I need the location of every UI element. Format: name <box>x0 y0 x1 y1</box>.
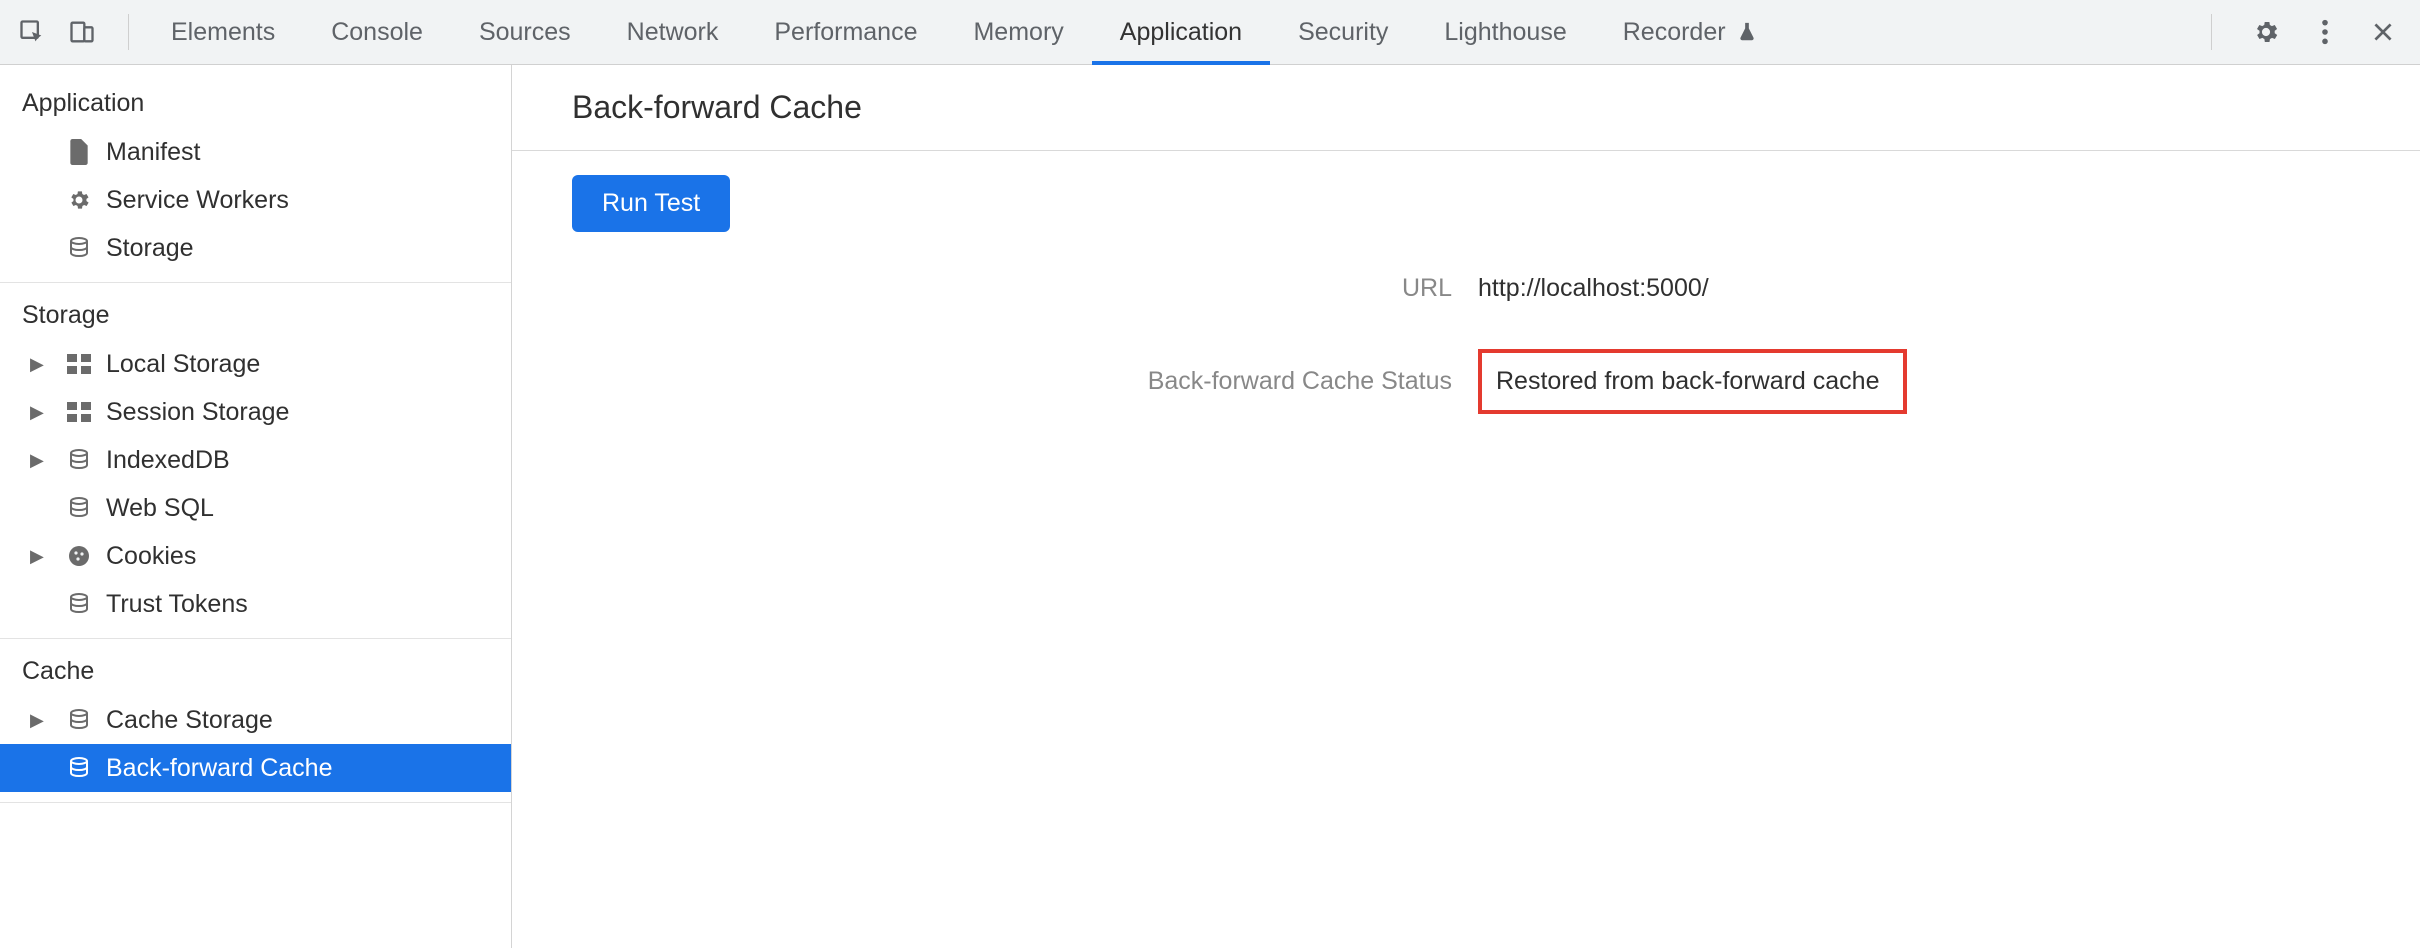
close-icon[interactable] <box>2370 19 2396 45</box>
sidebar-item-label: Back-forward Cache <box>106 754 332 783</box>
tab-label: Performance <box>774 18 917 47</box>
sidebar-item-cookies[interactable]: ▶ Cookies <box>0 532 511 580</box>
database-icon <box>62 756 96 780</box>
sidebar-item-label: Manifest <box>106 138 200 167</box>
tab-performance[interactable]: Performance <box>746 0 945 64</box>
tabstrip-divider <box>2211 14 2212 50</box>
file-icon <box>62 139 96 165</box>
tab-label: Network <box>627 18 719 47</box>
sidebar-item-label: Trust Tokens <box>106 590 248 619</box>
url-label: URL <box>1402 274 1452 303</box>
device-toggle-icon[interactable] <box>68 18 96 46</box>
sidebar-item-label: Service Workers <box>106 186 289 215</box>
tab-application[interactable]: Application <box>1092 0 1270 64</box>
sidebar-item-trust-tokens[interactable]: Trust Tokens <box>0 580 511 628</box>
devtools-tabs: Elements Console Sources Network Perform… <box>143 0 1786 64</box>
sidebar-item-websql[interactable]: Web SQL <box>0 484 511 532</box>
bfcache-panel: Back-forward Cache Run Test URL http://l… <box>512 65 2420 948</box>
bfcache-status-label: Back-forward Cache Status <box>1148 367 1452 396</box>
tab-label: Sources <box>479 18 571 47</box>
tab-label: Application <box>1120 18 1242 47</box>
database-icon <box>62 496 96 520</box>
tab-elements[interactable]: Elements <box>143 0 303 64</box>
sidebar-item-label: Web SQL <box>106 494 214 523</box>
cookie-icon <box>62 544 96 568</box>
database-icon <box>62 236 96 260</box>
tab-sources[interactable]: Sources <box>451 0 599 64</box>
bfcache-status-value: Restored from back-forward cache <box>1478 349 1907 414</box>
sidebar-item-session-storage[interactable]: ▶ Session Storage <box>0 388 511 436</box>
gear-icon <box>62 188 96 212</box>
table-icon <box>62 354 96 374</box>
tab-label: Memory <box>973 18 1063 47</box>
sidebar-item-storage[interactable]: Storage <box>0 224 511 272</box>
sidebar-item-local-storage[interactable]: ▶ Local Storage <box>0 340 511 388</box>
section-title-application: Application <box>0 65 511 128</box>
section-title-cache: Cache <box>0 639 511 696</box>
page-title: Back-forward Cache <box>512 89 2420 150</box>
tab-label: Security <box>1298 18 1388 47</box>
kebab-icon[interactable] <box>2320 18 2330 46</box>
tab-lighthouse[interactable]: Lighthouse <box>1416 0 1594 64</box>
tab-label: Console <box>331 18 423 47</box>
gear-icon[interactable] <box>2252 18 2280 46</box>
sidebar-item-label: Cookies <box>106 542 196 571</box>
expand-icon[interactable]: ▶ <box>30 546 52 567</box>
sidebar-divider <box>0 802 511 803</box>
sidebar-item-back-forward-cache[interactable]: Back-forward Cache <box>0 744 511 792</box>
expand-icon[interactable]: ▶ <box>30 354 52 375</box>
tab-label: Recorder <box>1623 18 1726 47</box>
tab-security[interactable]: Security <box>1270 0 1416 64</box>
flask-icon <box>1736 21 1758 43</box>
sidebar-item-indexeddb[interactable]: ▶ IndexedDB <box>0 436 511 484</box>
database-icon <box>62 592 96 616</box>
expand-icon[interactable]: ▶ <box>30 710 52 731</box>
table-icon <box>62 402 96 422</box>
sidebar-item-cache-storage[interactable]: ▶ Cache Storage <box>0 696 511 744</box>
inspect-icon[interactable] <box>18 18 46 46</box>
sidebar-item-service-workers[interactable]: Service Workers <box>0 176 511 224</box>
expand-icon[interactable]: ▶ <box>30 450 52 471</box>
section-title-storage: Storage <box>0 283 511 340</box>
tab-label: Lighthouse <box>1444 18 1566 47</box>
application-sidebar: Application Manifest Service Workers Sto… <box>0 65 512 948</box>
devtools-tabstrip: Elements Console Sources Network Perform… <box>0 0 2420 65</box>
tab-network[interactable]: Network <box>599 0 747 64</box>
run-test-button[interactable]: Run Test <box>572 175 730 232</box>
sidebar-item-label: IndexedDB <box>106 446 230 475</box>
tab-memory[interactable]: Memory <box>945 0 1091 64</box>
sidebar-item-manifest[interactable]: Manifest <box>0 128 511 176</box>
sidebar-item-label: Session Storage <box>106 398 289 427</box>
database-icon <box>62 708 96 732</box>
tab-recorder[interactable]: Recorder <box>1595 0 1786 64</box>
sidebar-item-label: Cache Storage <box>106 706 273 735</box>
tab-label: Elements <box>171 18 275 47</box>
tabstrip-divider <box>128 14 129 50</box>
database-icon <box>62 448 96 472</box>
tab-console[interactable]: Console <box>303 0 451 64</box>
url-value: http://localhost:5000/ <box>1478 274 2420 303</box>
sidebar-item-label: Local Storage <box>106 350 260 379</box>
expand-icon[interactable]: ▶ <box>30 402 52 423</box>
sidebar-item-label: Storage <box>106 234 194 263</box>
